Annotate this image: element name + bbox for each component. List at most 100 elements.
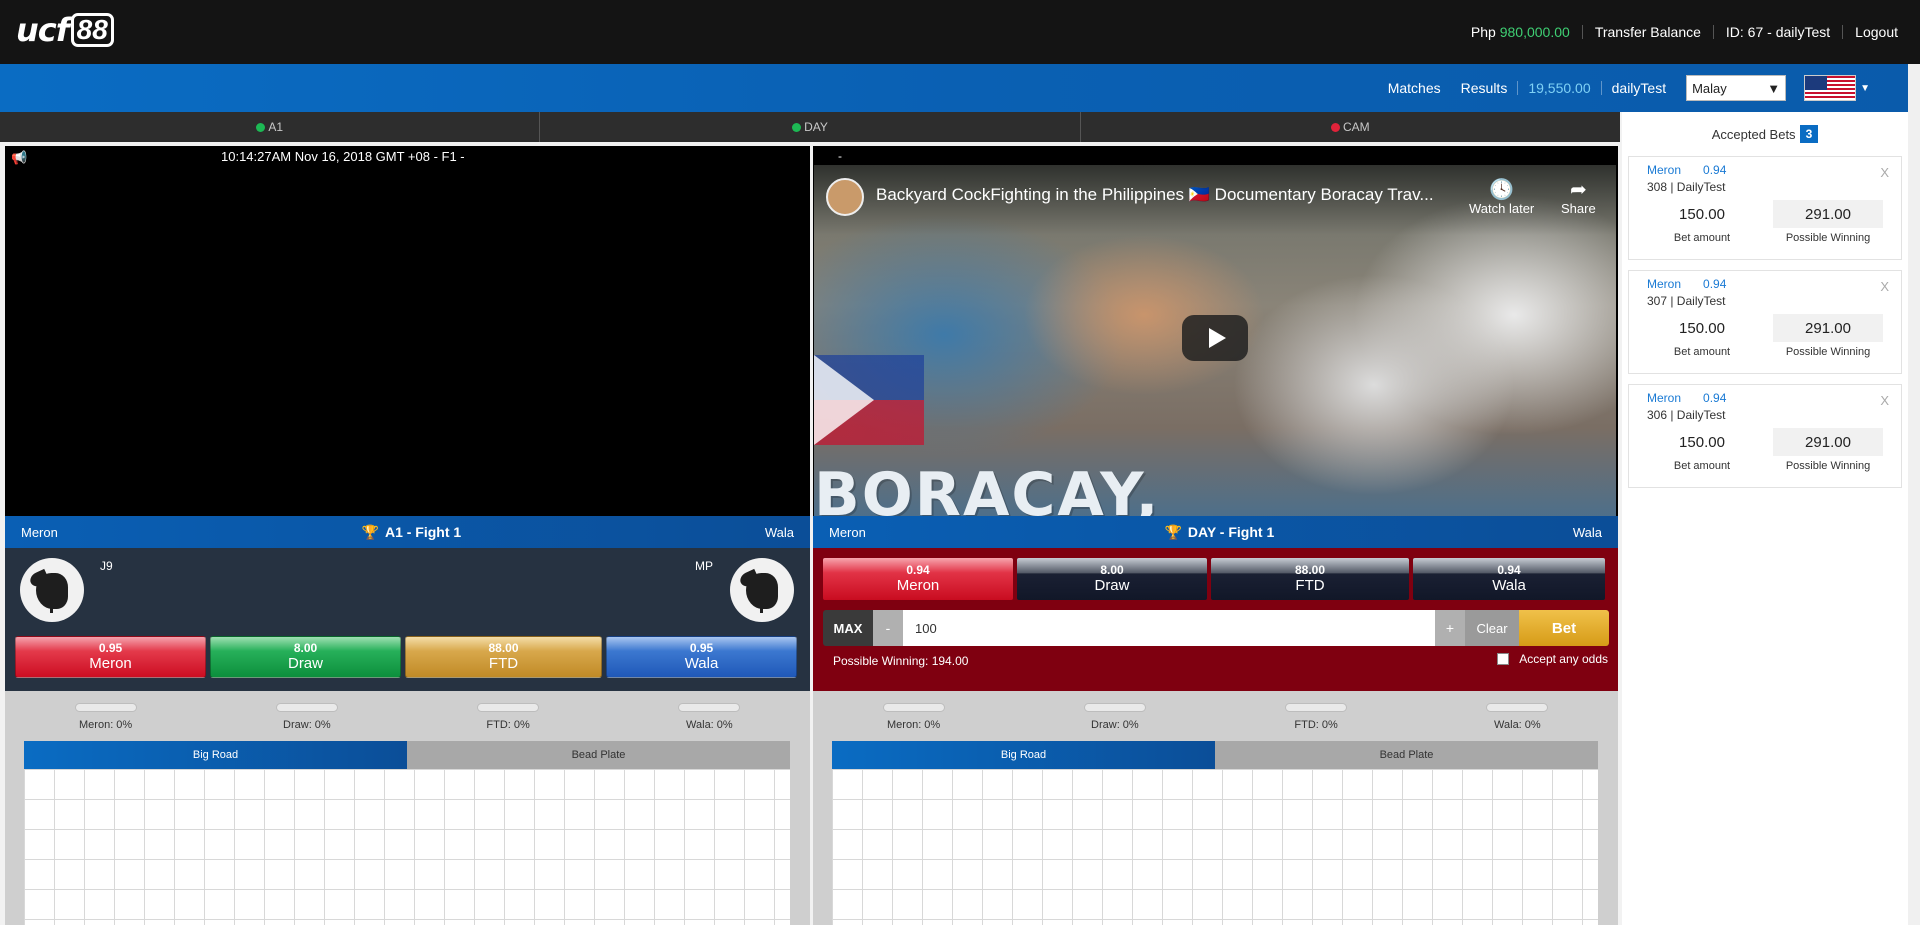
watch-later-label: Watch later (1469, 201, 1535, 216)
match-bar: Meron 🏆 DAY - Fight 1 Wala (813, 516, 1618, 548)
place-bet-button[interactable]: Bet (1519, 610, 1609, 646)
percentage-label: Meron: 0% (79, 719, 133, 731)
meron-bet-button[interactable]: 0.95 Meron (15, 636, 206, 678)
max-button[interactable]: MAX (823, 610, 873, 646)
language-select[interactable]: Malay ▼ (1686, 75, 1787, 101)
bet-card: Meron 0.94 X 306 | DailyTest 150.00 291.… (1628, 384, 1902, 488)
currency-label: Php (1470, 24, 1496, 40)
wala-bet-button[interactable]: 0.94 Wala (1413, 558, 1605, 600)
caret-down-icon[interactable]: ▼ (1860, 83, 1870, 94)
meron-side-label: Meron (829, 524, 866, 540)
share-button[interactable]: ➦ Share (1561, 179, 1596, 216)
trophy-icon: 🏆 (361, 523, 379, 540)
percentage-label: Draw: 0% (1091, 719, 1139, 731)
tab-day[interactable]: DAY (540, 112, 1081, 142)
percentage-label: FTD: 0% (486, 719, 530, 731)
accept-any-odds[interactable]: Accept any odds (1497, 652, 1608, 666)
matches-link[interactable]: Matches (1388, 80, 1441, 96)
decrease-button[interactable]: - (873, 610, 903, 646)
possible-winning-label: Possible Winning (1785, 346, 1871, 358)
ftd-percentage: FTD: 0% (1216, 703, 1417, 731)
logo-text: ucf (16, 11, 70, 49)
nav-links: Matches Results 19,550.00 dailyTest Mala… (1378, 64, 1920, 112)
logo[interactable]: ucf 88 (16, 11, 114, 49)
close-icon[interactable]: X (1880, 393, 1889, 408)
possible-winning-value: 291.00 (1773, 200, 1883, 228)
possible-winning-value: 291.00 (1773, 428, 1883, 456)
watch-later-button[interactable]: 🕓 Watch later (1469, 179, 1534, 216)
bet-side: Meron (1647, 391, 1682, 405)
page-scrollbar[interactable] (1908, 64, 1920, 925)
logout-link[interactable]: Logout (1855, 24, 1898, 40)
meron-bet-button[interactable]: 0.94 Meron (823, 558, 1013, 600)
wala-code: MP (695, 559, 713, 573)
bet-values: 150.00 291.00 (1647, 314, 1891, 342)
match-title-text: DAY - Fight 1 (1187, 524, 1275, 540)
rooster-avatar-icon (730, 558, 794, 622)
odds-value: 0.94 (1497, 563, 1521, 577)
meron-percentage: Meron: 0% (813, 703, 1014, 731)
youtube-embed[interactable]: Backyard CockFighting in the Philippines… (814, 165, 1616, 516)
accept-any-odds-checkbox[interactable] (1497, 653, 1510, 665)
bet-amount: 150.00 (1647, 428, 1757, 456)
bet-odds: 0.94 (1703, 163, 1727, 177)
odds-buttons: 0.95 Meron 8.00 Draw 88.00 FTD 0.95 Wala (15, 636, 797, 678)
megaphone-icon[interactable]: 📢 (11, 150, 27, 166)
sidebar-header: Accepted Bets 3 (1622, 112, 1908, 156)
ftd-bet-button[interactable]: 88.00 FTD (405, 636, 602, 678)
bet-slip-panel: 0.94 Meron 8.00 Draw 88.00 FTD 0.94 Wala… (813, 548, 1618, 691)
wala-bet-button[interactable]: 0.95 Wala (606, 636, 797, 678)
percentage-row: Meron: 0% Draw: 0% FTD: 0% Wala: 0% (5, 703, 810, 731)
tab-bead-plate[interactable]: Bead Plate (407, 741, 790, 769)
user-id: ID: 67 - dailyTest (1725, 24, 1831, 40)
arena-a1-panel: 📢 10:14:27AM Nov 16, 2018 GMT +08 - F1 -… (5, 146, 810, 691)
live-status-icon (256, 122, 266, 132)
video-player[interactable]: - Backyard CockFighting in the Philippin… (813, 146, 1618, 516)
progress-bar (477, 703, 540, 712)
bet-amount: 150.00 (1647, 314, 1757, 342)
bet-count-badge: 3 (1799, 125, 1819, 143)
video-title[interactable]: Backyard CockFighting in the Philippines… (876, 185, 1466, 205)
draw-bet-button[interactable]: 8.00 Draw (210, 636, 401, 678)
logo-number: 88 (70, 13, 114, 47)
bet-odds: 0.94 (1703, 277, 1727, 291)
tab-a1[interactable]: A1 (0, 112, 541, 142)
share-icon: ➦ (1569, 179, 1587, 201)
road-tabs: Big Road Bead Plate (24, 741, 790, 769)
meron-side-label: Meron (21, 524, 58, 540)
fighters-area: J9 MP 0.95 Meron 8.00 Draw 88.00 FTD 0.9… (5, 548, 810, 691)
transfer-balance-link[interactable]: Transfer Balance (1595, 24, 1701, 40)
draw-bet-button[interactable]: 8.00 Draw (1017, 558, 1207, 600)
close-icon[interactable]: X (1880, 165, 1889, 180)
percentage-label: Meron: 0% (887, 719, 941, 731)
share-label: Share (1561, 201, 1596, 216)
tab-big-road[interactable]: Big Road (24, 741, 407, 769)
tab-bead-plate[interactable]: Bead Plate (1215, 741, 1598, 769)
odds-value: 0.95 (98, 641, 123, 655)
us-flag-icon[interactable] (1804, 75, 1857, 101)
stake-input[interactable] (903, 610, 1435, 646)
possible-winning-label: Possible Winning (1785, 232, 1871, 244)
tab-big-road[interactable]: Big Road (832, 741, 1215, 769)
bet-reference: 307 | DailyTest (1647, 294, 1726, 308)
match-title: 🏆 DAY - Fight 1 (1164, 524, 1274, 541)
play-button[interactable] (1182, 315, 1248, 361)
tab-cam[interactable]: CAM (1081, 112, 1620, 142)
increase-button[interactable]: + (1435, 610, 1465, 646)
balance-value: 980,000.00 (1499, 24, 1570, 40)
close-icon[interactable]: X (1880, 279, 1889, 294)
ftd-bet-button[interactable]: 88.00 FTD (1211, 558, 1409, 600)
road-tabs: Big Road Bead Plate (832, 741, 1598, 769)
big-road-grid (832, 769, 1598, 925)
divider (1600, 81, 1602, 95)
results-link[interactable]: Results (1461, 80, 1508, 96)
trophy-icon: 🏆 (1164, 523, 1182, 540)
possible-winning: Possible Winning: 194.00 (833, 654, 969, 668)
tab-label: DAY (804, 120, 828, 134)
clear-button[interactable]: Clear (1465, 610, 1519, 646)
video-player[interactable]: 📢 10:14:27AM Nov 16, 2018 GMT +08 - F1 - (5, 146, 810, 516)
progress-bar (275, 703, 338, 712)
bet-reference: 308 | DailyTest (1647, 180, 1726, 194)
stats-panel-day: Meron: 0% Draw: 0% FTD: 0% Wala: 0% Big … (813, 691, 1618, 925)
channel-avatar[interactable] (826, 178, 864, 216)
